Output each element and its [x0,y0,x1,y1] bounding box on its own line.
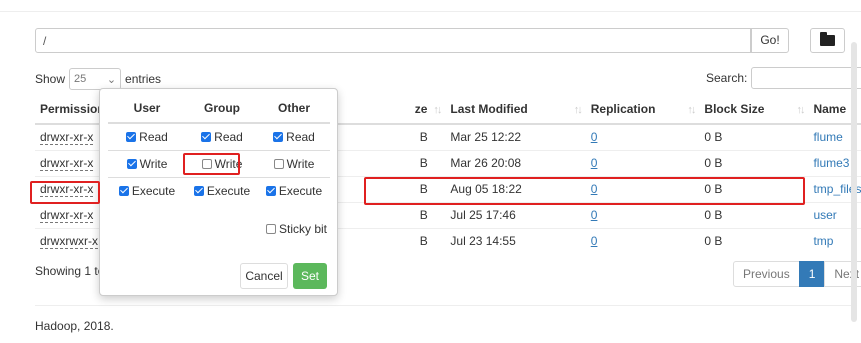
group-write-checkbox[interactable]: Write [186,149,258,177]
replication-link[interactable]: 0 [591,234,598,248]
footer-divider [35,305,855,306]
table-info-text: Showing 1 to [35,264,105,278]
top-navbar-edge [0,0,861,12]
user-execute-checkbox[interactable]: Execute [108,176,186,204]
entries-label: entries [125,72,162,86]
sort-icon: ↑↓ [687,103,696,116]
modified-cell: Jul 25 17:46 [445,201,586,228]
checkbox-unchecked-icon [273,158,284,169]
block-size-cell: 0 B [699,149,809,176]
chevron-down-icon: ⌄ [106,73,117,86]
execute-row: Execute Execute Execute [108,176,330,204]
checkbox-checked-icon [126,131,137,142]
write-row: Write Write Write [108,149,330,177]
footer-text: Hadoop, 2018. [35,319,114,333]
path-input[interactable] [35,28,751,53]
user-write-checkbox[interactable]: Write [108,149,186,177]
create-directory-button[interactable] [810,28,845,53]
permission-popover: User Group Other Read Read Read Write Wr… [99,88,338,296]
header-group: Group [186,94,258,124]
other-write-checkbox[interactable]: Write [258,149,330,177]
page-1-button[interactable]: 1 [798,261,826,287]
previous-page-button[interactable]: Previous [733,261,800,287]
checkbox-checked-icon [273,131,284,142]
file-name-link[interactable]: tmp [813,234,833,248]
modified-cell: Mar 26 20:08 [445,149,586,176]
replication-link[interactable]: 0 [591,182,598,196]
sticky-bit-checkbox[interactable]: Sticky bit [266,222,327,236]
page-length-control: Show 25 ⌄ entries [35,68,161,90]
replication-link[interactable]: 0 [591,156,598,170]
group-read-checkbox[interactable]: Read [186,122,258,150]
pagination: Previous 1 Next [733,261,861,287]
folder-icon [820,32,835,46]
file-name-link[interactable]: flume [813,130,842,144]
user-read-checkbox[interactable]: Read [108,122,186,150]
col-last-modified[interactable]: Last Modified ↑↓ [445,94,586,125]
search-label: Search: [706,71,748,85]
read-row: Read Read Read [108,122,330,150]
checkbox-checked-icon [193,185,204,196]
checkbox-checked-icon [126,158,137,169]
show-label: Show [35,72,66,86]
col-block-size[interactable]: Block Size ↑↓ [699,94,809,125]
file-name-link[interactable]: user [813,208,836,222]
entries-select[interactable]: 25 ⌄ [69,68,122,90]
col-replication[interactable]: Replication ↑↓ [585,94,700,125]
checkbox-checked-icon [201,131,212,142]
permission-link[interactable]: drwxr-xr-x [40,130,94,146]
header-user: User [108,94,186,124]
block-size-cell: 0 B [699,201,809,228]
modified-cell: Jul 23 14:55 [445,227,586,254]
sort-icon: ↑↓ [573,103,583,116]
block-size-cell: 0 B [699,123,809,150]
cancel-button[interactable]: Cancel [240,263,288,289]
header-other: Other [258,94,330,124]
permission-link[interactable]: drwxr-xr-x [40,156,94,171]
block-size-cell: 0 B [699,175,809,202]
sort-icon: ↑↓ [433,103,442,116]
replication-link[interactable]: 0 [591,130,598,144]
permission-link[interactable]: drwxrwxr-x [40,234,98,250]
modified-cell: Mar 25 12:22 [445,123,586,150]
checkbox-unchecked-icon [201,158,212,169]
checkbox-unchecked-icon [266,224,276,234]
go-button[interactable]: Go! [751,28,789,53]
file-name-link[interactable]: flume3 [813,156,849,170]
modified-cell: Aug 05 18:22 [445,175,586,202]
search-control: Search: [706,67,861,89]
other-read-checkbox[interactable]: Read [258,122,330,150]
search-input[interactable] [751,67,861,89]
permission-matrix: User Group Other Read Read Read Write Wr… [108,94,330,204]
block-size-cell: 0 B [699,227,809,254]
checkbox-checked-icon [118,185,129,196]
sort-icon: ↑↓ [796,103,805,116]
checkbox-checked-icon [265,185,276,196]
replication-link[interactable]: 0 [591,208,598,222]
permission-link[interactable]: drwxr-xr-x [40,208,94,223]
entries-value: 25 [74,73,87,85]
scrollbar[interactable] [851,42,857,322]
permission-link[interactable]: drwxr-xr-x [40,182,94,197]
set-button[interactable]: Set [293,263,327,289]
other-execute-checkbox[interactable]: Execute [258,176,330,204]
permission-header-row: User Group Other [108,94,330,124]
group-execute-checkbox[interactable]: Execute [186,176,258,204]
